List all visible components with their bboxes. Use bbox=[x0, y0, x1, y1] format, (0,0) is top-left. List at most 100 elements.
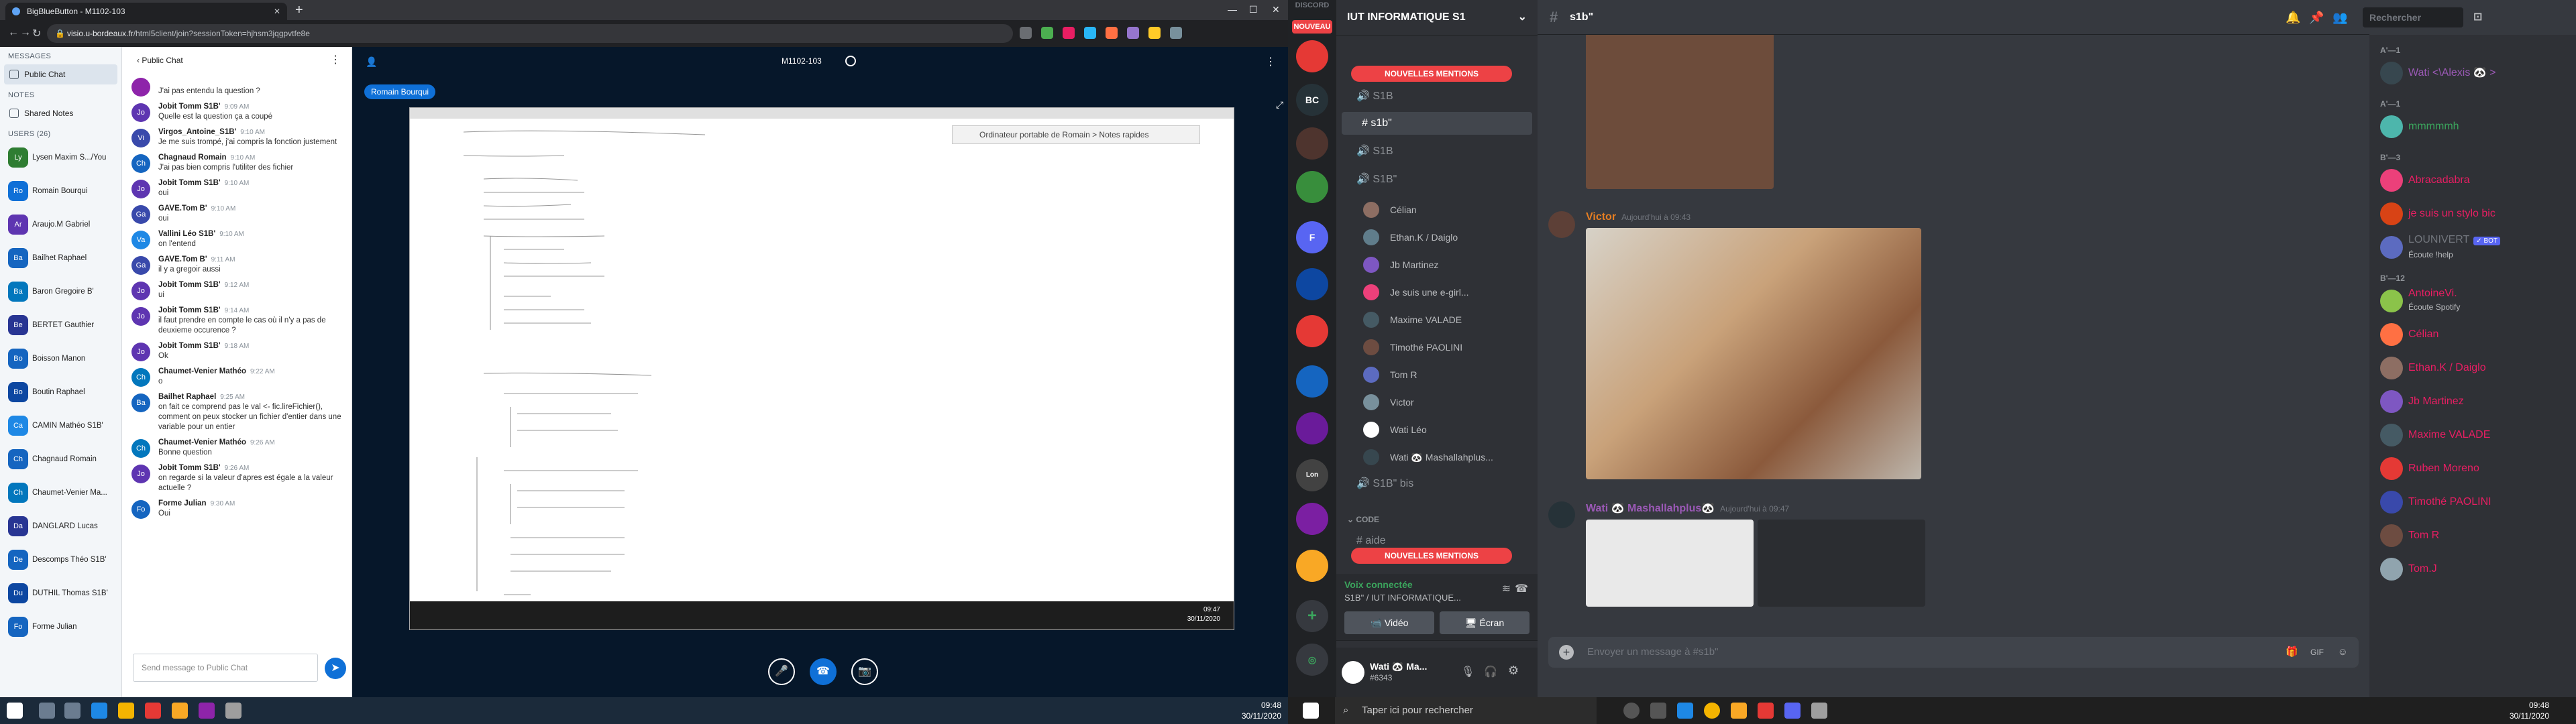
noise-icon[interactable]: ≋ bbox=[1502, 582, 1511, 595]
disconnect-icon[interactable]: ☎ bbox=[1515, 582, 1528, 595]
chrome-icon[interactable] bbox=[118, 703, 134, 719]
user-item[interactable]: Be BERTET Gauthier bbox=[0, 308, 121, 342]
server-icon[interactable] bbox=[1296, 315, 1328, 347]
voice-member[interactable]: Timothé PAOLINI bbox=[1363, 335, 1531, 359]
headphones-icon[interactable]: 🎧 bbox=[1484, 665, 1497, 678]
member-item[interactable]: Jb Martinez bbox=[2375, 387, 2569, 416]
forward-icon[interactable]: → bbox=[20, 27, 31, 39]
extension-icon[interactable] bbox=[1127, 27, 1139, 39]
member-item[interactable]: Abracadabra bbox=[2375, 166, 2569, 194]
voice-member[interactable]: Célian bbox=[1363, 198, 1531, 222]
gif-icon[interactable]: GIF bbox=[2310, 637, 2324, 668]
voice-channel[interactable]: # s1b" bbox=[1342, 112, 1532, 135]
user-item[interactable]: Du DUTHIL Thomas S1B' bbox=[0, 577, 121, 610]
gear-icon[interactable]: ⚙ bbox=[1508, 664, 1519, 678]
phone-icon[interactable]: ☎ bbox=[810, 658, 837, 685]
app-icon[interactable] bbox=[199, 703, 215, 719]
task-view-icon[interactable] bbox=[64, 703, 80, 719]
message-author[interactable]: Wati 🐼 Mashallahplus🐼 Aujourd'hui à 09:47 bbox=[1586, 501, 1789, 515]
discord-taskbar-icon[interactable] bbox=[1784, 703, 1801, 719]
app-icon[interactable] bbox=[1677, 703, 1693, 719]
voice-location[interactable]: S1B" / IUT INFORMATIQUE... bbox=[1344, 593, 1461, 603]
server-icon[interactable] bbox=[1296, 412, 1328, 444]
record-icon[interactable] bbox=[845, 56, 856, 66]
chrome-icon[interactable] bbox=[1704, 703, 1720, 719]
voice-member[interactable]: Jb Martinez bbox=[1363, 253, 1531, 277]
avatar[interactable] bbox=[1548, 211, 1575, 238]
voice-channel[interactable]: 🔊 S1B" bis bbox=[1336, 473, 1538, 495]
profile-icon[interactable] bbox=[1170, 27, 1182, 39]
server-icon[interactable] bbox=[1296, 365, 1328, 398]
mentions-banner[interactable]: NOUVELLES MENTIONS bbox=[1351, 548, 1512, 564]
maximize-icon[interactable]: ☐ bbox=[1249, 4, 1258, 15]
screenshot-attachment[interactable] bbox=[1586, 520, 1754, 607]
options-icon[interactable]: ⋮ bbox=[1265, 55, 1276, 68]
member-item[interactable]: Ruben Moreno bbox=[2375, 455, 2569, 483]
search-input[interactable]: Rechercher bbox=[2363, 7, 2463, 27]
send-icon[interactable]: ➤ bbox=[325, 658, 346, 679]
member-item[interactable]: mmmmmh bbox=[2375, 113, 2569, 141]
taskbar-search[interactable]: ⌕ Taper ici pour rechercher bbox=[1335, 697, 1597, 724]
server-icon[interactable]: F bbox=[1296, 221, 1328, 253]
member-item[interactable]: Ethan.K / Daiglo bbox=[2375, 354, 2569, 382]
member-item[interactable]: AntoineVi. Écoute Spotify bbox=[2375, 287, 2569, 315]
nouveau-badge[interactable]: NOUVEAU bbox=[1292, 20, 1332, 34]
message-author[interactable]: Victor Aujourd'hui à 09:43 bbox=[1586, 211, 1690, 223]
new-tab-icon[interactable]: + bbox=[295, 3, 303, 17]
voice-member[interactable]: Maxime VALADE bbox=[1363, 308, 1531, 332]
members-icon[interactable]: 👥 bbox=[2332, 0, 2347, 35]
server-icon[interactable] bbox=[1296, 40, 1328, 72]
server-icon[interactable]: BC bbox=[1296, 84, 1328, 116]
server-icon[interactable] bbox=[1296, 550, 1328, 582]
windows-start-icon[interactable] bbox=[7, 703, 23, 719]
avatar[interactable] bbox=[1548, 501, 1575, 528]
screen-share-button[interactable]: 🖥 Écran bbox=[1440, 611, 1529, 634]
tab-close-icon[interactable]: ✕ bbox=[274, 3, 280, 20]
user-item[interactable]: Ch Chaumet-Venier Ma... bbox=[0, 476, 121, 509]
explore-icon[interactable]: ◎ bbox=[1296, 644, 1328, 676]
user-item[interactable]: Bo Boisson Manon bbox=[0, 342, 121, 375]
pin-icon[interactable]: 📌 bbox=[2309, 0, 2324, 35]
app-icon[interactable] bbox=[1811, 703, 1827, 719]
member-item[interactable]: je suis un stylo bic bbox=[2375, 200, 2569, 228]
gift-icon[interactable]: 🎁 bbox=[2286, 637, 2298, 668]
app-icon[interactable] bbox=[91, 703, 107, 719]
windows-start-icon[interactable] bbox=[1303, 703, 1319, 719]
close-window-icon[interactable]: ✕ bbox=[1272, 4, 1280, 15]
server-icon[interactable] bbox=[1296, 503, 1328, 535]
mic-icon[interactable]: 🎙 bbox=[1461, 665, 1474, 678]
plus-icon[interactable]: + bbox=[1559, 645, 1574, 660]
user-item[interactable]: Bo Boutin Raphael bbox=[0, 375, 121, 409]
message-composer[interactable]: + Envoyer un message à #s1b" 🎁 GIF ☺ bbox=[1548, 637, 2359, 668]
server-header[interactable]: IUT INFORMATIQUE S1 ⌄ bbox=[1336, 0, 1538, 35]
voice-channel[interactable]: 🔊 S1B" bbox=[1336, 168, 1538, 191]
voice-member[interactable]: Je suis une e-girl... bbox=[1363, 280, 1531, 304]
user-item[interactable]: Ly Lysen Maxim S.../You bbox=[0, 141, 121, 174]
voice-member[interactable]: Wati Léo bbox=[1363, 418, 1531, 442]
member-item[interactable]: Tom.J bbox=[2375, 555, 2569, 583]
voice-member[interactable]: Victor bbox=[1363, 390, 1531, 414]
add-server-icon[interactable]: + bbox=[1296, 600, 1328, 632]
minimize-icon[interactable]: — bbox=[1228, 4, 1237, 15]
member-item[interactable]: LOUNIVERT ✓ BOT Écoute !help bbox=[2375, 233, 2569, 261]
image-attachment[interactable] bbox=[1586, 35, 1774, 189]
chat-input[interactable]: Send message to Public Chat bbox=[133, 654, 318, 682]
member-item[interactable]: Tom R bbox=[2375, 522, 2569, 550]
folder-icon[interactable] bbox=[1731, 703, 1747, 719]
fullscreen-icon[interactable]: ⤢ bbox=[1276, 99, 1283, 111]
video-button[interactable]: 📹 Vidéo bbox=[1344, 611, 1434, 634]
user-item[interactable]: Ba Baron Gregoire B' bbox=[0, 275, 121, 308]
voice-channel[interactable]: 🔊 S1B bbox=[1336, 85, 1538, 108]
category-header[interactable]: ⌄ CODE bbox=[1347, 515, 1379, 524]
emoji-icon[interactable]: ☺ bbox=[2338, 637, 2348, 668]
bell-icon[interactable]: 🔔 bbox=[2286, 0, 2300, 35]
server-icon[interactable] bbox=[1296, 127, 1328, 160]
shared-notes-link[interactable]: Shared Notes bbox=[4, 103, 117, 123]
screenshot-attachment[interactable] bbox=[1758, 520, 1925, 607]
server-icon[interactable] bbox=[1296, 171, 1328, 203]
image-attachment[interactable] bbox=[1586, 228, 1921, 479]
user-item[interactable]: Ch Chagnaud Romain bbox=[0, 442, 121, 476]
app-icon[interactable] bbox=[145, 703, 161, 719]
extension-icon[interactable] bbox=[1063, 27, 1075, 39]
public-chat-link[interactable]: Public Chat bbox=[4, 64, 117, 84]
